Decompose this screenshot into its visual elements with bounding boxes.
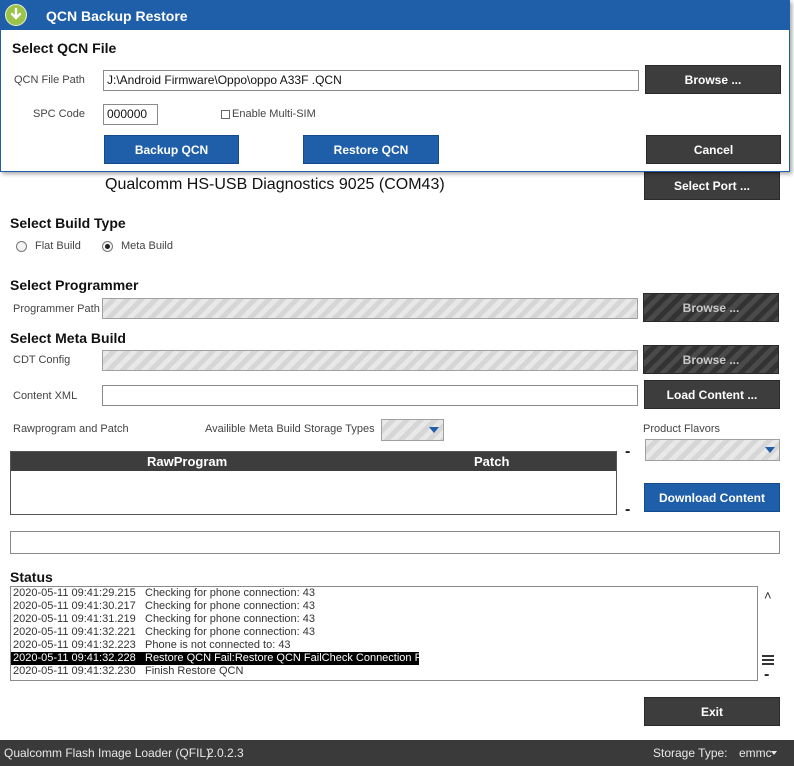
qcn-dialog: QCN Backup Restore Select QCN File QCN F… — [0, 0, 790, 172]
spc-code-label: SPC Code — [33, 108, 85, 120]
multisim-label: Enable Multi-SIM — [232, 108, 316, 120]
status-log-row[interactable]: 2020-05-11 09:41:32.223 Phone is not conn… — [11, 639, 757, 652]
status-log-row[interactable]: 2020-05-11 09:41:31.219 Checking for phon… — [11, 613, 757, 626]
storage-type-label: Storage Type: — [653, 746, 728, 760]
status-log-row[interactable]: 2020-05-11 09:41:32.221 Checking for phon… — [11, 626, 757, 639]
cdt-browse-button: Browse ... — [643, 345, 779, 374]
exit-button[interactable]: Exit — [644, 697, 780, 726]
scroll-up-icon[interactable]: ˄ — [764, 588, 772, 603]
footer-app-name: Qualcomm Flash Image Loader (QFIL) — [4, 746, 211, 760]
storage-types-dropdown[interactable] — [381, 419, 444, 441]
programmer-title: Select Programmer — [10, 277, 139, 293]
collapse-minus-bottom[interactable]: - — [625, 501, 630, 519]
cdt-config-field — [102, 350, 638, 371]
meta-build-label: Meta Build — [121, 240, 173, 252]
rawprogram-patch-table[interactable]: RawProgram Patch — [10, 451, 617, 515]
meta-build-title: Select Meta Build — [10, 330, 126, 346]
table-header: RawProgram Patch — [11, 452, 616, 471]
qcn-path-field[interactable]: J:\Android Firmware\Oppo\oppo A33F .QCN — [103, 70, 639, 91]
download-icon — [5, 4, 27, 26]
flat-build-label: Flat Build — [35, 240, 81, 252]
status-log-message: Checking for phone connection: 43 — [145, 613, 316, 625]
chevron-down-icon[interactable] — [771, 751, 777, 755]
cancel-button[interactable]: Cancel — [646, 135, 781, 164]
restore-qcn-button[interactable]: Restore QCN — [303, 135, 439, 164]
table-header-rawprogram[interactable]: RawProgram — [147, 454, 227, 469]
build-type-title: Select Build Type — [10, 215, 126, 231]
status-log-time: 2020-05-11 09:41:29.215 — [13, 587, 136, 599]
progress-bar — [10, 531, 780, 554]
dialog-title: QCN Backup Restore — [46, 8, 188, 24]
rawprogram-patch-label: Rawprogram and Patch — [13, 423, 129, 435]
status-log-time: 2020-05-11 09:41:32.230 — [13, 665, 136, 677]
status-log-message: Phone is not connected to: 43 — [145, 639, 291, 651]
status-log-message: Checking for phone connection: 43 — [145, 626, 316, 638]
load-content-button[interactable]: Load Content ... — [644, 380, 780, 409]
programmer-path-label: Programmer Path — [13, 303, 100, 315]
cdt-config-label: CDT Config — [13, 354, 71, 366]
storage-type-value[interactable]: emmc — [739, 746, 772, 760]
status-log-message: Checking for phone connection: 43 — [145, 587, 316, 599]
status-log-message: Restore QCN Fail:Restore QCN FailCheck C… — [145, 652, 433, 664]
status-log-time: 2020-05-11 09:41:30.217 — [13, 600, 136, 612]
port-name-text: Qualcomm HS-USB Diagnostics 9025 (COM43) — [105, 176, 445, 193]
programmer-browse-button: Browse ... — [643, 293, 779, 322]
status-log-time: 2020-05-11 09:41:32.228 — [13, 652, 136, 664]
status-log-message: Checking for phone connection: 43 — [145, 600, 316, 612]
content-xml-label: Content XML — [13, 390, 78, 402]
content-xml-field[interactable] — [102, 385, 638, 406]
status-log[interactable]: 2020-05-11 09:41:29.215 Checking for phon… — [10, 586, 758, 681]
download-content-button[interactable]: Download Content — [644, 483, 780, 512]
status-log-row[interactable]: 2020-05-11 09:41:32.230 Finish Restore QC… — [11, 665, 757, 678]
storage-types-label: Availible Meta Build Storage Types — [205, 423, 375, 435]
status-log-message: Finish Restore QCN — [145, 665, 244, 677]
qcn-browse-button[interactable]: Browse ... — [645, 65, 781, 94]
qcn-path-label: QCN File Path — [14, 74, 85, 86]
status-title: Status — [10, 569, 53, 585]
status-log-time: 2020-05-11 09:41:31.219 — [13, 613, 136, 625]
status-log-time: 2020-05-11 09:41:32.221 — [13, 626, 136, 638]
product-flavors-dropdown[interactable] — [645, 439, 780, 461]
table-header-patch[interactable]: Patch — [474, 454, 509, 469]
menu-icon[interactable] — [762, 655, 774, 665]
programmer-path-field — [102, 298, 638, 319]
collapse-minus-top[interactable]: - — [625, 443, 630, 461]
footer-bar: Qualcomm Flash Image Loader (QFIL) 2.0.2… — [0, 740, 794, 766]
backup-qcn-button[interactable]: Backup QCN — [104, 135, 239, 164]
meta-build-radio[interactable] — [102, 241, 113, 252]
qcn-section-title: Select QCN File — [12, 40, 117, 56]
status-log-row[interactable]: 2020-05-11 09:41:32.228 Restore QCN Fail:… — [11, 652, 432, 665]
flat-build-radio[interactable] — [16, 241, 27, 252]
dialog-titlebar: QCN Backup Restore — [1, 1, 789, 30]
chevron-down-icon — [765, 447, 775, 453]
footer-version: 2.0.2.3 — [207, 746, 244, 760]
chevron-down-icon — [429, 427, 439, 433]
select-port-button[interactable]: Select Port ... — [644, 172, 780, 200]
spc-code-field[interactable]: 000000 — [103, 104, 158, 125]
status-log-row[interactable]: 2020-05-11 09:41:30.217 Checking for phon… — [11, 600, 757, 613]
collapse-minus-status[interactable]: - — [764, 666, 769, 684]
multisim-checkbox[interactable] — [221, 110, 230, 119]
product-flavors-label: Product Flavors — [643, 423, 721, 435]
status-log-row[interactable]: 2020-05-11 09:41:29.215 Checking for phon… — [11, 587, 757, 600]
status-log-time: 2020-05-11 09:41:32.223 — [13, 639, 136, 651]
